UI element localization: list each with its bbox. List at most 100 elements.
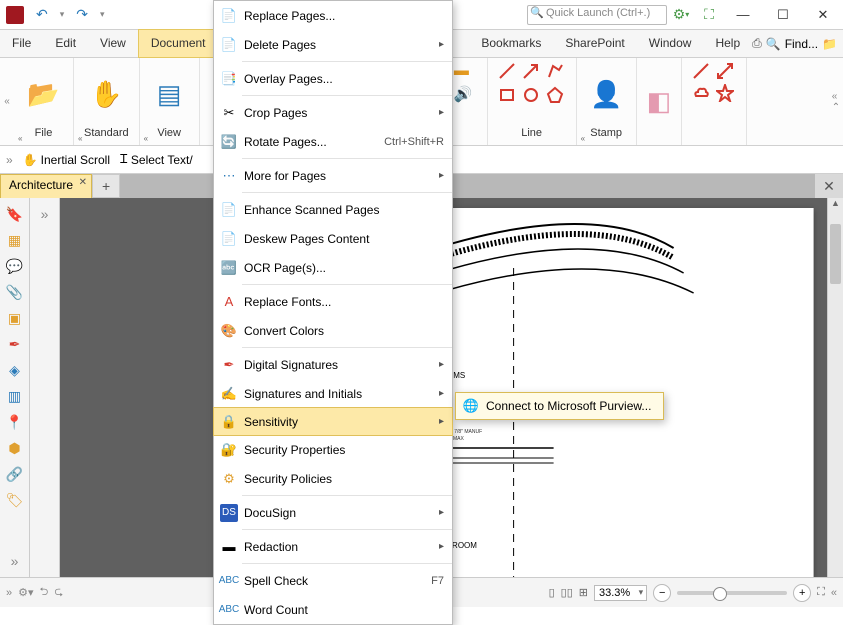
menu-spell-check[interactable]: ABCSpell CheckF7	[214, 566, 452, 595]
zoom-slider[interactable]	[677, 591, 787, 595]
attachments-icon[interactable]: 📎	[5, 282, 25, 302]
sb-gear-icon[interactable]: ⚙▾	[18, 586, 33, 599]
pentagon-icon[interactable]	[546, 86, 564, 104]
ribbon-group-eraser[interactable]: ◧	[637, 58, 683, 145]
ui-options-icon[interactable]: ⚙▾	[670, 4, 692, 26]
menu-security-policies[interactable]: ⚙Security Policies	[214, 464, 452, 493]
double-arrow-icon[interactable]	[716, 62, 734, 80]
find-folder-icon[interactable]: 📁	[822, 37, 837, 51]
sb-layout2-icon[interactable]: ▯▯	[561, 586, 573, 599]
vertical-scrollbar[interactable]: ▲	[827, 198, 843, 577]
highlight-icon[interactable]: ▬	[454, 62, 473, 79]
menu-deskew[interactable]: 📄Deskew Pages Content	[214, 224, 452, 253]
sb-nav-next[interactable]: ⮎	[54, 583, 63, 602]
menu-crop-pages[interactable]: ✂Crop Pages▸	[214, 98, 452, 127]
ribbon-group-file[interactable]: 📂 File «	[14, 58, 74, 145]
tags-icon[interactable]: 🏷	[5, 490, 25, 510]
menu-bookmarks[interactable]: Bookmarks	[469, 30, 553, 57]
sb-more[interactable]: «	[831, 587, 837, 599]
menu-word-count[interactable]: ABCWord Count	[214, 595, 452, 624]
menu-signatures-initials[interactable]: ✍Signatures and Initials▸	[214, 379, 452, 408]
ribbon-collapse[interactable]: «⌃	[829, 58, 843, 145]
arrow-icon[interactable]	[522, 62, 540, 80]
menu-overlay-pages[interactable]: 📑Overlay Pages...	[214, 64, 452, 93]
select-text-button[interactable]: Ꮖ Select Text/	[120, 152, 193, 167]
menu-sharepoint[interactable]: SharePoint	[553, 30, 636, 57]
menu-edit[interactable]: Edit	[43, 30, 88, 57]
cloud-icon[interactable]	[692, 84, 710, 102]
sb-nav-prev[interactable]: ⮌	[40, 583, 49, 602]
circle-icon[interactable]	[522, 86, 540, 104]
undo-dropdown[interactable]: ▾	[54, 7, 71, 22]
destinations-icon[interactable]: 📍	[5, 412, 25, 432]
bookmark-icon[interactable]: 🔖	[5, 204, 25, 224]
menu-digital-signatures[interactable]: ✒Digital Signatures▸	[214, 350, 452, 379]
3d-icon[interactable]: ⬢	[5, 438, 25, 458]
audio-icon[interactable]: 🔊	[454, 85, 473, 103]
menu-replace-fonts[interactable]: AReplace Fonts...	[214, 287, 452, 316]
fields-icon[interactable]: ▣	[5, 308, 25, 328]
menu-window[interactable]: Window	[637, 30, 704, 57]
rect-icon[interactable]	[498, 86, 516, 104]
menu-rotate-pages[interactable]: 🔄Rotate Pages...Ctrl+Shift+R	[214, 127, 452, 156]
zoom-in-button[interactable]: +	[793, 584, 811, 602]
search-icon[interactable]: 🔍	[766, 37, 781, 51]
find-label[interactable]: Find...	[785, 37, 818, 51]
more-panels[interactable]: »	[5, 551, 25, 571]
new-tab-button[interactable]: +	[92, 174, 120, 198]
layers-icon[interactable]: ◈	[5, 360, 25, 380]
submenu-connect-purview[interactable]: 🌐 Connect to Microsoft Purview...	[456, 393, 663, 419]
close-all-tabs[interactable]: ✕	[815, 174, 843, 198]
scrollbar-thumb[interactable]	[830, 224, 841, 284]
menu-security-properties[interactable]: 🔐Security Properties	[214, 435, 452, 464]
menu-convert-colors[interactable]: 🎨Convert Colors	[214, 316, 452, 345]
ribbon-group-stamp[interactable]: 👤 Stamp «	[577, 58, 637, 145]
expand-icon[interactable]: ⛶	[698, 4, 720, 26]
comments-icon[interactable]: 💬	[5, 256, 25, 276]
pencil-line-icon[interactable]	[692, 62, 710, 80]
close-button[interactable]: ✕	[803, 1, 843, 29]
minimize-button[interactable]: —	[723, 1, 763, 29]
thumbnails-icon[interactable]: ▦	[5, 230, 25, 250]
menu-redaction[interactable]: ▬Redaction▸	[214, 532, 452, 561]
zoom-out-button[interactable]: −	[653, 584, 671, 602]
menu-file[interactable]: File	[0, 30, 43, 57]
ribbon-group-shapes2[interactable]	[682, 58, 747, 145]
sb-layout1-icon[interactable]: ▯	[549, 586, 555, 599]
sb-options[interactable]: »	[6, 587, 12, 599]
menu-ocr[interactable]: 🔤OCR Page(s)...	[214, 253, 452, 282]
redo-button[interactable]: ↷	[70, 4, 94, 25]
ribbon-group-standard[interactable]: ✋ Standard «	[74, 58, 140, 145]
menu-help[interactable]: Help	[703, 30, 752, 57]
undo-button[interactable]: ↶	[30, 4, 54, 25]
document-tab[interactable]: Architecture ✕	[0, 174, 92, 198]
ribbon-group-line[interactable]: Line	[488, 58, 577, 145]
menu-sensitivity[interactable]: 🔒Sensitivity▸	[213, 407, 453, 436]
content-icon[interactable]: ▥	[5, 386, 25, 406]
nav-prev-icon[interactable]: ⎙	[752, 36, 762, 51]
menu-more-for-pages[interactable]: ⋯More for Pages▸	[214, 161, 452, 190]
redo-dropdown[interactable]: ▾	[94, 7, 111, 22]
links-icon[interactable]: 🔗	[5, 464, 25, 484]
ribbon-group-view[interactable]: ▤ View «	[140, 58, 200, 145]
polygon-open-icon[interactable]	[546, 62, 564, 80]
line-icon[interactable]	[498, 62, 516, 80]
zoom-dropdown[interactable]: 33.3%	[594, 585, 647, 601]
sb-layout3-icon[interactable]: ⊞	[579, 586, 588, 599]
menu-view[interactable]: View	[88, 30, 138, 57]
menu-docusign[interactable]: DSDocuSign▸	[214, 498, 452, 527]
menu-enhance-scanned[interactable]: 📄Enhance Scanned Pages	[214, 195, 452, 224]
signatures-icon[interactable]: ✒	[5, 334, 25, 354]
menu-document[interactable]: Document	[138, 29, 219, 58]
burst-icon[interactable]	[716, 84, 734, 102]
tab-close-icon[interactable]: ✕	[79, 177, 87, 188]
inertial-scroll-button[interactable]: ✋ Inertial Scroll	[23, 153, 110, 167]
ribbon-scroll-left[interactable]: «	[0, 58, 14, 145]
sb-fit-icon[interactable]: ⛶	[817, 586, 825, 599]
menu-delete-pages[interactable]: 📄Delete Pages▸	[214, 30, 452, 59]
quick-launch-input[interactable]: Quick Launch (Ctrl+.)	[527, 5, 667, 25]
toolstrip-chevron[interactable]: »	[6, 153, 13, 167]
maximize-button[interactable]: ☐	[763, 1, 803, 29]
menu-replace-pages[interactable]: 📄Replace Pages...	[214, 1, 452, 30]
options-chevron[interactable]: »	[35, 204, 55, 224]
